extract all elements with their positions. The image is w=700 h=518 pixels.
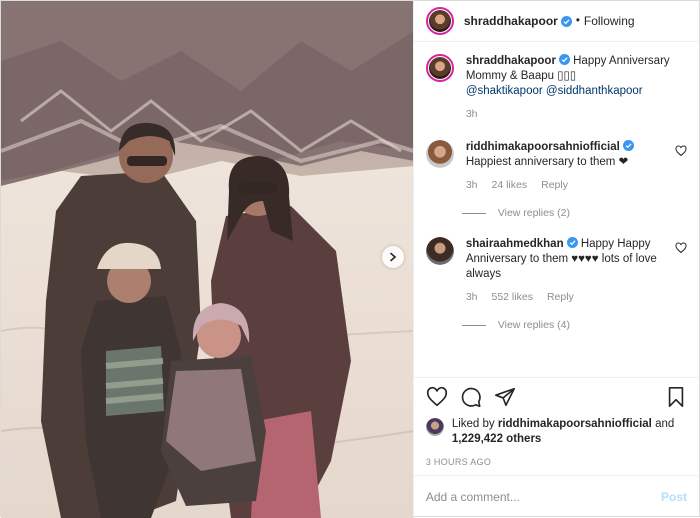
following-button[interactable]: Following [584, 14, 635, 28]
author-avatar[interactable] [425, 7, 454, 35]
view-replies-label: View replies (2) [497, 207, 570, 219]
caption: shraddhakapoor Happy Anniversary Mommy &… [425, 54, 687, 122]
comment-likes[interactable]: 24 likes [492, 178, 528, 193]
instagram-post: shraddhakapoor • Following shraddhakapoo… [0, 0, 700, 518]
reply-button[interactable]: Reply [541, 178, 568, 193]
comment-username[interactable]: riddhimakapoorsahniofficial [466, 141, 620, 153]
post-timestamp[interactable]: 3 HOURS AGO [414, 451, 699, 475]
next-icon [390, 252, 397, 262]
likes-joiner: and [655, 418, 675, 430]
action-bar [413, 377, 699, 415]
mention-siddhanthkapoor[interactable]: @siddhanthkapoor [546, 85, 643, 97]
view-replies-button[interactable]: View replies (2) [461, 207, 687, 219]
commenter-avatar[interactable] [425, 237, 454, 265]
comments-list[interactable]: shraddhakapoor Happy Anniversary Mommy &… [414, 42, 699, 377]
caption-username[interactable]: shraddhakapoor [466, 55, 556, 67]
comment-input[interactable]: Add a comment... [426, 490, 661, 504]
commenter-avatar[interactable] [425, 140, 454, 168]
post-side-panel: shraddhakapoor • Following shraddhakapoo… [412, 1, 699, 518]
reply-button[interactable]: Reply [547, 290, 574, 305]
comment-icon[interactable] [460, 386, 482, 408]
view-replies-label: View replies (4) [497, 319, 570, 331]
caption-time: 3h [465, 108, 478, 120]
comment-time: 3h [465, 291, 478, 303]
comment-text: Happiest anniversary to them ❤ [465, 156, 629, 168]
caption-avatar[interactable] [425, 54, 454, 82]
liker-username[interactable]: riddhimakapoorsahniofficial [498, 418, 652, 430]
post-photo[interactable] [1, 1, 413, 518]
view-replies-button[interactable]: View replies (4) [461, 319, 687, 331]
share-icon[interactable] [494, 386, 516, 408]
replies-divider [461, 212, 486, 214]
family-photo-image [1, 1, 413, 518]
verified-icon [558, 54, 570, 65]
author-username[interactable]: shraddhakapoor [464, 14, 558, 28]
comment-time: 3h [465, 179, 478, 191]
verified-icon [560, 15, 572, 27]
post-comment-button[interactable]: Post [661, 490, 687, 504]
comment-username[interactable]: shairaahmedkhan [466, 238, 564, 250]
verified-icon [622, 140, 634, 151]
comment-item: riddhimakapoorsahniofficial Happiest ann… [425, 140, 687, 193]
replies-divider [461, 324, 486, 326]
post-header: shraddhakapoor • Following [413, 1, 699, 42]
heart-icon[interactable] [675, 242, 687, 254]
mention-shaktikapoor[interactable]: @shaktikapoor [466, 85, 543, 97]
likes-summary: Liked by riddhimakapoorsahniofficial and… [414, 415, 699, 451]
header-separator: • [575, 15, 580, 27]
verified-icon [566, 237, 578, 248]
liker-avatar[interactable] [425, 418, 444, 436]
add-comment-bar: Add a comment... Post [413, 475, 699, 518]
likes-prefix: Liked by [451, 418, 495, 430]
likes-count[interactable]: 1,229,422 others [452, 433, 542, 445]
caption-emoji: ▯▯▯ [557, 70, 577, 82]
heart-icon[interactable] [426, 386, 448, 408]
comment-item: shairaahmedkhan Happy Happy Anniversary … [425, 237, 687, 305]
comment-likes[interactable]: 552 likes [492, 290, 533, 305]
next-photo-button[interactable] [381, 246, 404, 268]
heart-icon[interactable] [675, 145, 687, 157]
bookmark-icon[interactable] [665, 386, 687, 408]
